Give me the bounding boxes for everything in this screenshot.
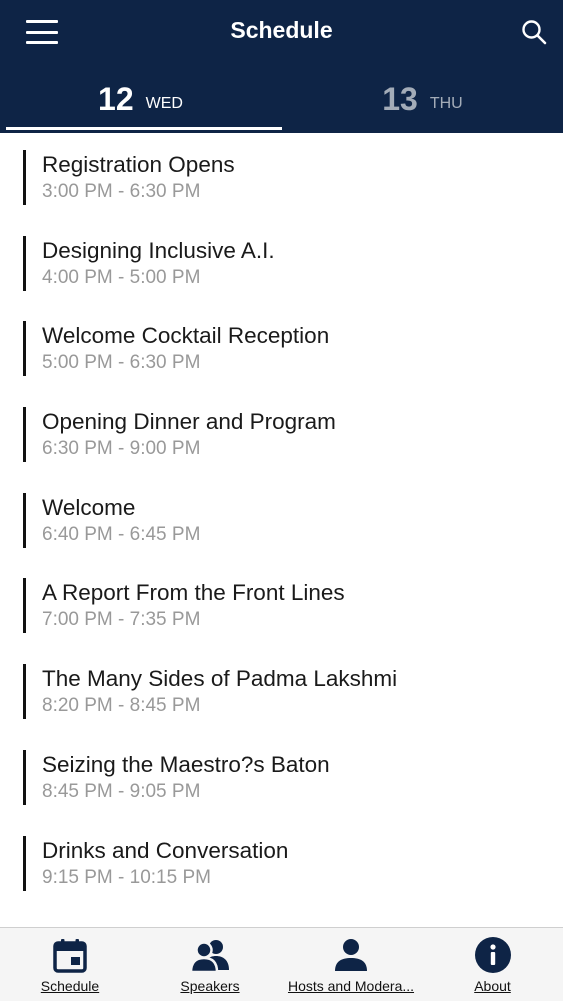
nav-label: About [474, 978, 511, 994]
bottom-navigation: Schedule Speakers Hosts and Modera... Ab… [0, 927, 563, 1001]
session-title: Drinks and Conversation [42, 837, 289, 863]
list-item[interactable]: Seizing the Maestro?s Baton 8:45 PM - 9:… [0, 733, 563, 819]
search-icon[interactable] [520, 18, 548, 46]
tab-day-13[interactable]: 13 THU [282, 66, 563, 133]
session-title: Designing Inclusive A.I. [42, 237, 275, 263]
list-item[interactable]: The Many Sides of Padma Lakshmi 8:20 PM … [0, 647, 563, 733]
calendar-icon [53, 939, 87, 973]
nav-speakers[interactable]: Speakers [140, 928, 280, 1001]
tab-day-number: 12 [98, 81, 134, 117]
session-title: A Report From the Front Lines [42, 580, 345, 606]
list-item[interactable]: Opening Dinner and Program 6:30 PM - 9:0… [0, 390, 563, 476]
list-item[interactable]: Drinks and Conversation 9:15 PM - 10:15 … [0, 819, 563, 905]
list-item[interactable]: Welcome Cocktail Reception 5:00 PM - 6:3… [0, 304, 563, 390]
session-time: 6:30 PM - 9:00 PM [42, 438, 201, 460]
session-time: 9:15 PM - 10:15 PM [42, 866, 211, 888]
session-accent-bar [23, 835, 26, 891]
tab-day-number: 13 [382, 81, 418, 117]
speakers-icon [189, 940, 229, 973]
session-title: Seizing the Maestro?s Baton [42, 751, 330, 777]
session-time: 4:00 PM - 5:00 PM [42, 266, 201, 288]
session-accent-bar [23, 492, 26, 548]
nav-schedule[interactable]: Schedule [0, 928, 140, 1001]
nav-label: Speakers [180, 978, 240, 994]
list-item[interactable]: Designing Inclusive A.I. 4:00 PM - 5:00 … [0, 219, 563, 305]
session-time: 7:00 PM - 7:35 PM [42, 609, 201, 631]
page-title: Schedule [230, 17, 333, 43]
date-tabs: 12 WED 13 THU [0, 66, 563, 133]
nav-label: Schedule [40, 978, 100, 994]
session-accent-bar [23, 749, 26, 805]
session-accent-bar [23, 407, 26, 463]
session-time: 3:00 PM - 6:30 PM [42, 181, 201, 202]
session-accent-bar [23, 235, 26, 291]
selected-tab-indicator [6, 127, 282, 130]
nav-about[interactable]: About [422, 928, 563, 1001]
info-icon [474, 937, 511, 973]
session-time: 8:45 PM - 9:05 PM [42, 780, 201, 802]
session-title: Registration Opens [42, 152, 235, 177]
session-accent-bar [23, 150, 26, 205]
nav-hosts-moderators[interactable]: Hosts and Modera... [281, 928, 421, 1001]
session-title: Welcome [42, 494, 136, 520]
session-time: 5:00 PM - 6:30 PM [42, 352, 201, 374]
tab-day-12[interactable]: 12 WED [0, 66, 281, 133]
person-icon [335, 939, 367, 971]
app-header: Schedule 12 WED 13 THU [0, 0, 563, 133]
tab-weekday: THU [429, 94, 463, 112]
session-accent-bar [23, 321, 26, 377]
list-item[interactable]: Registration Opens 3:00 PM - 6:30 PM [0, 133, 563, 219]
session-list: Registration Opens 3:00 PM - 6:30 PM Des… [0, 133, 563, 904]
session-time: 6:40 PM - 6:45 PM [42, 523, 201, 545]
session-accent-bar [23, 578, 26, 634]
list-item[interactable]: A Report From the Front Lines 7:00 PM - … [0, 561, 563, 647]
session-title: Opening Dinner and Program [42, 409, 336, 435]
session-time: 8:20 PM - 8:45 PM [42, 695, 201, 717]
session-title: Welcome Cocktail Reception [42, 323, 330, 349]
session-accent-bar [23, 664, 26, 720]
tab-weekday: WED [145, 94, 183, 112]
list-item[interactable]: Welcome 6:40 PM - 6:45 PM [0, 476, 563, 562]
session-title: The Many Sides of Padma Lakshmi [42, 666, 398, 692]
nav-label: Hosts and Modera... [287, 978, 415, 994]
